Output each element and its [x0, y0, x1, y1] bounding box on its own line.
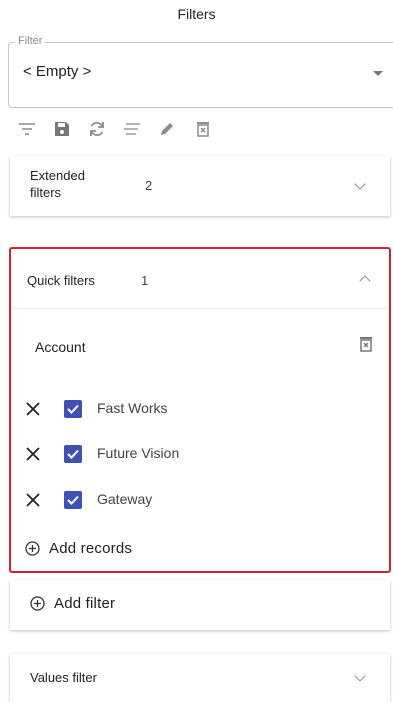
dropdown-arrow-icon[interactable] [373, 71, 383, 76]
chevron-up-icon[interactable] [359, 275, 371, 287]
values-filter-label: Values filter [30, 670, 97, 685]
extended-filters-label-line1: Extended [30, 168, 85, 183]
filter-legend: Filter [15, 35, 46, 47]
list-item: Fast Works [11, 394, 389, 424]
page-title: Filters [177, 6, 216, 22]
list-item-label: Gateway [97, 491, 153, 507]
list-icon[interactable] [121, 118, 143, 140]
extended-filters-panel[interactable]: Extended filters 2 [10, 156, 390, 216]
extended-filters-label-line2: filters [30, 185, 62, 200]
add-filter-label: Add filter [54, 595, 116, 612]
checkbox[interactable] [64, 491, 82, 509]
extended-filters-count: 2 [145, 178, 153, 193]
add-circle-icon [25, 541, 40, 556]
close-icon[interactable] [25, 446, 41, 462]
list-item: Gateway [11, 485, 389, 515]
chevron-down-icon[interactable] [354, 670, 366, 682]
quick-filters-panel: Quick filters 1 Account Fast Works Futur… [9, 247, 391, 573]
list-item-label: Fast Works [97, 400, 168, 416]
delete-icon[interactable] [192, 118, 214, 140]
chevron-down-icon[interactable] [354, 178, 366, 190]
save-icon[interactable] [51, 118, 73, 140]
delete-icon[interactable] [355, 333, 377, 355]
quick-filters-label: Quick filters [27, 273, 95, 288]
add-circle-icon [30, 596, 45, 611]
filter-lines-icon[interactable] [16, 118, 38, 140]
filter-value: < Empty > [23, 63, 92, 80]
close-icon[interactable] [25, 401, 41, 417]
pencil-icon[interactable] [156, 118, 178, 140]
checkbox[interactable] [64, 445, 82, 463]
add-records-label: Add records [49, 540, 133, 557]
close-icon[interactable] [25, 492, 41, 508]
quick-filters-header[interactable]: Quick filters 1 [11, 249, 389, 309]
list-item: Future Vision [11, 439, 389, 469]
group-label: Account [35, 339, 86, 355]
refresh-icon[interactable] [86, 118, 108, 140]
quick-filters-count: 1 [141, 273, 149, 288]
values-filter-panel[interactable]: Values filter [10, 654, 390, 702]
checkbox[interactable] [64, 400, 82, 418]
filter-select[interactable]: Filter < Empty > [8, 35, 393, 108]
list-item-label: Future Vision [97, 445, 180, 461]
add-filter-button[interactable]: Add filter [10, 580, 390, 630]
